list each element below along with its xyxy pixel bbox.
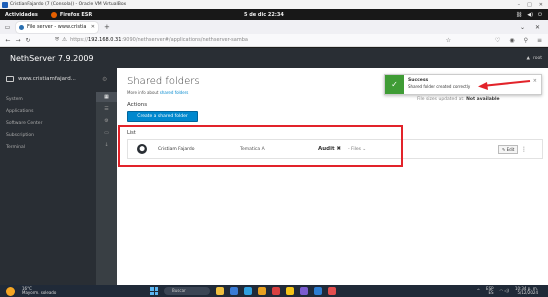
tab-favicon-icon — [19, 24, 24, 30]
sidebar-item-subscription[interactable]: Subscription — [6, 133, 34, 138]
toast-message: Shared folder created correctly — [408, 84, 471, 89]
sun-icon — [6, 287, 15, 296]
folder-app-icon[interactable] — [258, 287, 266, 295]
sidebar-item-software-center[interactable]: Software Center — [6, 121, 42, 126]
brand[interactable]: NethServer 7.9.2009 — [10, 54, 94, 63]
insecure-lock-icon[interactable]: ⚠ — [62, 37, 67, 43]
tracking-protection-icon[interactable]: ⛨ — [55, 37, 59, 44]
new-tab-button[interactable]: + — [104, 23, 110, 31]
extensions-icon[interactable]: ⚲ — [524, 37, 528, 44]
back-icon[interactable]: ← — [3, 37, 13, 44]
user-icon: ▲ — [526, 55, 530, 61]
windows-start-icon[interactable] — [150, 287, 158, 295]
forward-icon[interactable]: → — [13, 37, 23, 44]
app-icon[interactable] — [230, 287, 238, 295]
power-icon: ⏻ — [538, 11, 542, 18]
file-size-status: File sizes updated at: Not available — [417, 97, 500, 102]
sidebar: www.cristiamfajard... ⚙ System Applicati… — [0, 68, 117, 285]
network-icon: ⛓ — [515, 11, 523, 18]
store-icon[interactable] — [272, 287, 280, 295]
browser-tab[interactable]: File server - www.cristia ✕ — [16, 21, 98, 33]
account-icon[interactable]: ◉ — [509, 37, 514, 44]
rail-list-icon[interactable]: ☰ — [96, 104, 117, 114]
virtualbox-app-icon[interactable] — [314, 287, 322, 295]
page-title: Shared folders — [127, 76, 200, 87]
language-indicator[interactable]: ESP ES — [486, 286, 493, 296]
minimize-button[interactable]: – — [518, 2, 521, 8]
gnome-top-bar: Actividades Firefox ESR 5 de dic 22:34 ⛓… — [0, 9, 548, 20]
url-text: https://192.168.0.31:9090/nethserver#/ap… — [70, 37, 248, 43]
rail-apps-icon[interactable]: ▦ — [96, 92, 117, 102]
main-content: Shared folders More info about shared fo… — [117, 68, 548, 285]
host-settings-icon[interactable]: ⚙ — [102, 76, 107, 83]
firefox-icon — [50, 11, 57, 18]
sidebar-item-applications[interactable]: Applications — [6, 109, 34, 114]
highlight-box — [118, 125, 403, 167]
app-rail: ▦ ☰ ⚙ ▭ ↓ — [96, 92, 117, 285]
rail-download-icon[interactable]: ↓ — [96, 140, 117, 150]
close-button[interactable]: ✕ — [539, 2, 543, 8]
user-label: root — [532, 55, 542, 61]
taskbar-search[interactable]: Buscar — [164, 287, 210, 295]
virtualbox-titlebar: CristianFajardo (7 (Consola)) - Oracle V… — [0, 0, 548, 9]
tab-overview-icon[interactable]: ▭ — [3, 24, 12, 31]
mail-icon[interactable] — [328, 287, 336, 295]
success-toast: ✓ Success Shared folder created correctl… — [384, 74, 542, 95]
url-field[interactable]: ⛨ ⚠ https://192.168.0.31:9090/nethserver… — [55, 35, 451, 45]
rail-terminal-icon[interactable]: ▭ — [96, 128, 117, 138]
user-menu[interactable]: ▲ root — [527, 56, 548, 61]
screen: CristianFajardo (7 (Consola)) - Oracle V… — [0, 0, 548, 297]
toast-text: Success Shared folder created correctly — [404, 75, 474, 94]
window-close-icon[interactable]: ✕ — [535, 24, 540, 31]
rail-gear-icon[interactable]: ⚙ — [96, 116, 117, 126]
tray-chevron-icon[interactable]: ^ — [477, 288, 480, 294]
activities-button[interactable]: Actividades — [5, 12, 38, 18]
system-tray[interactable]: ⛓ ◀) ⏻ — [516, 12, 548, 18]
taskbar: 16°C Mayorm. soleado Buscar ^ ESP ES ◠ ◁)… — [0, 285, 548, 297]
shared-folders-help-link[interactable]: shared folders — [160, 90, 189, 95]
nethserver-header: NethServer 7.9.2009 ▲ root — [0, 48, 548, 68]
page-info: More info about shared folders — [127, 90, 189, 95]
monitor-icon — [6, 76, 14, 82]
sidebar-item-system[interactable]: System — [6, 97, 23, 102]
pocket-icon[interactable]: ♡ — [495, 37, 500, 44]
app-name: Firefox ESR — [59, 11, 93, 18]
list-tabs-icon[interactable]: ⌄ — [520, 24, 525, 31]
weather-widget[interactable]: 16°C Mayorm. soleado — [6, 286, 56, 296]
window-controls: – □ ✕ — [518, 2, 548, 8]
tray-clock[interactable]: 10:34 p. m. 5/12/2024 — [515, 286, 538, 296]
virtualbox-icon — [2, 1, 8, 8]
toast-title: Success — [408, 78, 429, 83]
menu-icon[interactable]: ≡ — [537, 37, 542, 44]
teams-icon[interactable] — [300, 287, 308, 295]
tab-strip: ▭ File server - www.cristia ✕ + ⌄ ✕ — [0, 20, 548, 34]
volume-icon: ◀) — [527, 11, 534, 18]
host-switcher[interactable]: www.cristiamfajard... ⚙ — [6, 76, 107, 83]
clock[interactable]: 5 de dic 22:34 — [244, 12, 284, 18]
virtualbox-title: CristianFajardo (7 (Consola)) - Oracle V… — [10, 2, 127, 7]
chrome-icon[interactable] — [286, 287, 294, 295]
sidebar-item-terminal[interactable]: Terminal — [6, 145, 25, 150]
explorer-icon[interactable] — [216, 287, 224, 295]
toolbar-right: ♡ ◉ ⚲ ≡ — [495, 37, 548, 44]
kebab-menu-icon[interactable]: ⋮ — [521, 146, 527, 153]
tab-close-icon[interactable]: ✕ — [91, 24, 95, 30]
tab-title: File server - www.cristia — [27, 24, 87, 30]
wifi-icon[interactable]: ◠ ◁) — [500, 288, 509, 294]
taskbar-apps: Buscar — [150, 287, 336, 295]
tab-strip-right: ⌄ ✕ — [520, 24, 548, 31]
system-tray-windows[interactable]: ^ ESP ES ◠ ◁) 10:34 p. m. 5/12/2024 — [477, 286, 548, 296]
maximize-button[interactable]: □ — [527, 2, 532, 8]
edge-icon[interactable] — [244, 287, 252, 295]
app-menu[interactable]: Firefox ESR — [50, 11, 93, 18]
create-shared-folder-button[interactable]: Create a shared folder — [127, 111, 198, 122]
actions-heading: Actions — [127, 102, 148, 108]
toast-close-icon[interactable]: × — [529, 75, 541, 94]
reload-icon[interactable]: ↻ — [23, 37, 33, 44]
edit-button[interactable]: ✎ Edit — [498, 144, 519, 154]
bookmark-star-icon[interactable]: ☆ — [446, 37, 451, 44]
checkmark-icon: ✓ — [385, 75, 404, 94]
hostname: www.cristiamfajard... — [18, 76, 76, 82]
navigation-toolbar: ← → ↻ ⛨ ⚠ https://192.168.0.31:9090/neth… — [0, 34, 548, 47]
